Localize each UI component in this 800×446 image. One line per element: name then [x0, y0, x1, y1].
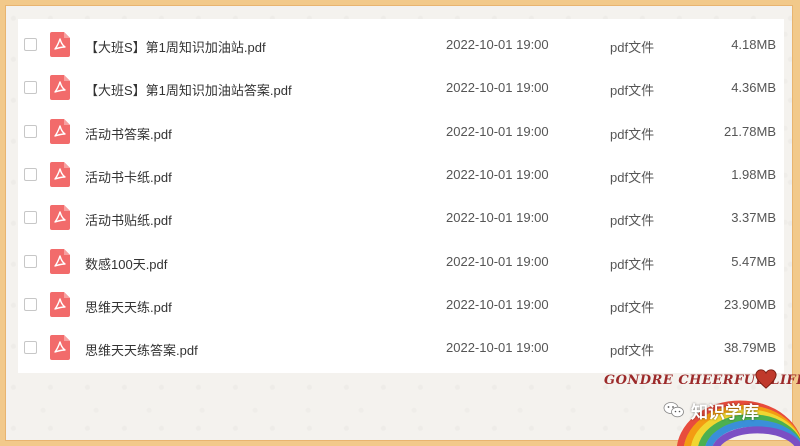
pdf-file-icon: [50, 335, 70, 360]
watermark-text: 知识学库: [691, 403, 759, 422]
file-name[interactable]: 活动书卡纸.pdf: [85, 167, 172, 186]
pdf-file-icon: [50, 249, 70, 274]
pdf-file-icon: [50, 32, 70, 57]
file-date: 2022-10-01 19:00: [446, 167, 549, 182]
file-type: pdf文件: [610, 300, 655, 315]
file-type: pdf文件: [610, 213, 655, 228]
file-row[interactable]: 活动书贴纸.pdf 2022-10-01 19:00 pdf文件 3.37MB: [18, 197, 784, 240]
file-row[interactable]: 活动书卡纸.pdf 2022-10-01 19:00 pdf文件 1.98MB: [18, 154, 784, 197]
pdf-file-icon: [50, 119, 70, 144]
file-date: 2022-10-01 19:00: [446, 37, 549, 52]
file-name[interactable]: 活动书答案.pdf: [85, 124, 172, 143]
wechat-icon: [663, 402, 684, 418]
file-name[interactable]: 思维天天练.pdf: [85, 297, 172, 316]
file-date: 2022-10-01 19:00: [446, 340, 549, 355]
file-date: 2022-10-01 19:00: [446, 254, 549, 269]
file-date: 2022-10-01 19:00: [446, 297, 549, 312]
file-row[interactable]: 【大班S】第1周知识加油站答案.pdf 2022-10-01 19:00 pdf…: [18, 67, 784, 110]
file-row[interactable]: 【大班S】第1周知识加油站.pdf 2022-10-01 19:00 pdf文件…: [18, 24, 784, 67]
file-type: pdf文件: [610, 343, 655, 358]
file-row[interactable]: 数感100天.pdf 2022-10-01 19:00 pdf文件 5.47MB: [18, 241, 784, 284]
file-name[interactable]: 数感100天.pdf: [85, 254, 167, 273]
pdf-file-icon: [50, 292, 70, 317]
file-date: 2022-10-01 19:00: [446, 124, 549, 139]
pdf-file-icon: [50, 205, 70, 230]
file-size: 1.98MB: [731, 167, 776, 182]
row-checkbox[interactable]: [24, 168, 37, 181]
file-name[interactable]: 活动书贴纸.pdf: [85, 210, 172, 229]
file-list: 【大班S】第1周知识加油站.pdf 2022-10-01 19:00 pdf文件…: [18, 19, 784, 373]
file-size: 5.47MB: [731, 254, 776, 269]
file-row[interactable]: 思维天天练.pdf 2022-10-01 19:00 pdf文件 23.90MB: [18, 284, 784, 327]
file-row[interactable]: 活动书答案.pdf 2022-10-01 19:00 pdf文件 21.78MB: [18, 111, 784, 154]
file-size: 3.37MB: [731, 210, 776, 225]
pdf-file-icon: [50, 162, 70, 187]
file-type: pdf文件: [610, 40, 655, 55]
row-checkbox[interactable]: [24, 125, 37, 138]
file-type: pdf文件: [610, 127, 655, 142]
file-date: 2022-10-01 19:00: [446, 210, 549, 225]
file-type: pdf文件: [610, 83, 655, 98]
file-size: 38.79MB: [723, 340, 776, 355]
file-size: 21.78MB: [723, 124, 776, 139]
row-checkbox[interactable]: [24, 81, 37, 94]
row-checkbox[interactable]: [24, 298, 37, 311]
pdf-file-icon: [50, 75, 70, 100]
row-checkbox[interactable]: [24, 341, 37, 354]
file-size: 4.36MB: [731, 80, 776, 95]
file-name[interactable]: 【大班S】第1周知识加油站.pdf: [85, 37, 266, 56]
file-size: 23.90MB: [723, 297, 776, 312]
file-row[interactable]: 思维天天练答案.pdf 2022-10-01 19:00 pdf文件 38.79…: [18, 327, 784, 370]
file-size: 4.18MB: [731, 37, 776, 52]
file-type: pdf文件: [610, 257, 655, 272]
row-checkbox[interactable]: [24, 211, 37, 224]
row-checkbox[interactable]: [24, 255, 37, 268]
file-date: 2022-10-01 19:00: [446, 80, 549, 95]
file-type: pdf文件: [610, 170, 655, 185]
file-name[interactable]: 思维天天练答案.pdf: [85, 340, 198, 359]
heart-icon: [755, 369, 777, 389]
row-checkbox[interactable]: [24, 38, 37, 51]
file-name[interactable]: 【大班S】第1周知识加油站答案.pdf: [85, 80, 292, 99]
